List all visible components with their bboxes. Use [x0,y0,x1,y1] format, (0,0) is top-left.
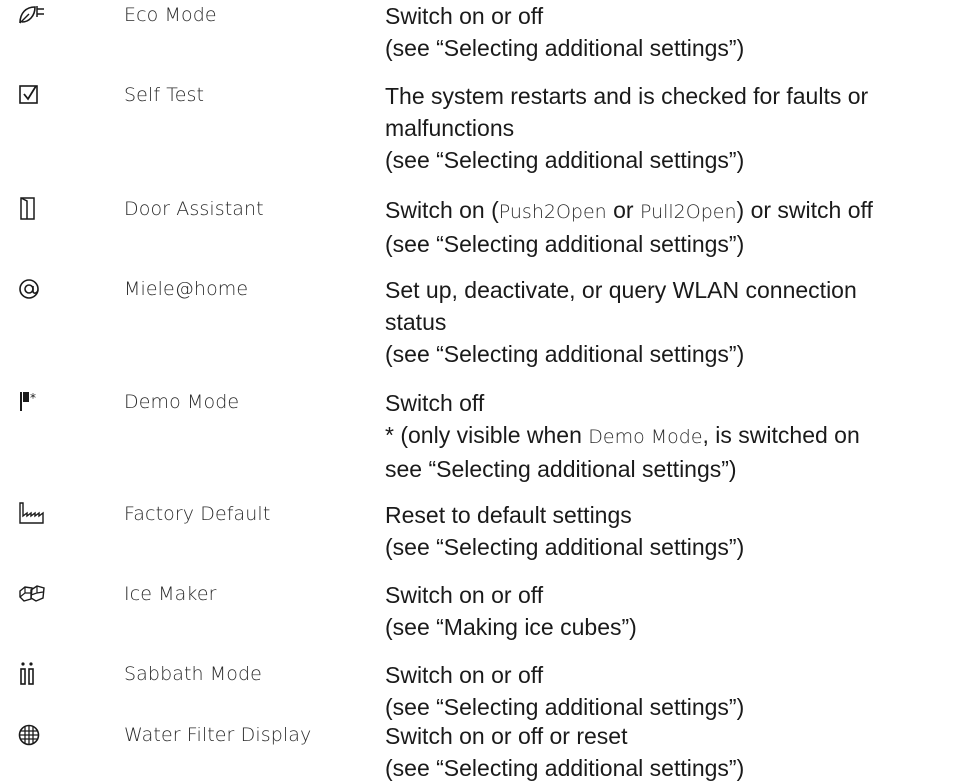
description-line: (see “Selecting additional settings”) [385,341,745,367]
setting-description: The system restarts and is checked for f… [385,80,945,176]
factory-icon [17,501,47,527]
description-line: (see “Selecting additional settings”) [385,35,745,61]
setting-name: Ice Maker [124,583,217,605]
description-line: malfunctions [385,115,515,141]
setting-description: Set up, deactivate, or query WLAN connec… [385,274,945,370]
setting-description: Switch on or off (see “Making ice cubes”… [385,579,945,643]
demo-flag-icon: * [17,389,47,415]
description-line: The system restarts and is checked for f… [385,83,869,109]
demo-mode-label: Demo Mode [588,426,703,448]
description-line: (see “Selecting additional settings”) [385,534,745,560]
setting-name: Self Test [124,84,205,106]
description-line: (see “Selecting additional settings”) [385,694,745,720]
description-line: Switch on (Push2Open or Pull2Open) or sw… [385,194,945,228]
description-text: ) or switch off [736,197,873,223]
description-line: see “Selecting additional settings”) [385,456,737,482]
setting-description: Switch on or off (see “Selecting additio… [385,0,945,64]
at-sign-icon [17,276,47,302]
push2open-label: Push2Open [498,201,607,223]
setting-name: Miele@home [124,278,249,300]
setting-name: Door Assistant [124,198,264,220]
settings-table: Eco Mode Switch on or off (see “Selectin… [0,0,953,784]
setting-name: Eco Mode [124,4,217,26]
setting-description: Switch on or off (see “Selecting additio… [385,659,945,723]
description-line: Switch on or off [385,662,544,688]
description-line: (see “Selecting additional settings”) [385,231,745,257]
checkbox-icon [17,82,47,108]
setting-description: Switch off * (only visible when Demo Mod… [385,387,945,485]
description-text: Switch on ( [385,197,499,223]
description-text: , is switched on [702,422,860,448]
water-filter-icon [17,722,47,748]
svg-text:*: * [30,391,36,405]
setting-name: Factory Default [124,503,271,525]
setting-name: Water Filter Display [124,724,312,746]
description-line: (see “Selecting additional settings”) [385,755,745,781]
description-line: status [385,309,447,335]
description-line: Switch on or off or reset [385,723,628,749]
ice-cubes-icon [17,581,47,607]
description-line: (see “Selecting additional settings”) [385,147,745,173]
description-line: Switch on or off [385,3,544,29]
setting-description: Switch on or off or reset (see “Selectin… [385,720,945,784]
setting-description: Switch on (Push2Open or Pull2Open) or sw… [385,194,945,260]
eco-leaf-plug-icon [17,2,47,28]
description-line: Switch off [385,390,485,416]
description-line: Switch on or off [385,582,544,608]
pull2open-label: Pull2Open [639,201,737,223]
door-icon [17,196,47,222]
description-line: (see “Making ice cubes”) [385,614,637,640]
setting-name: Demo Mode [124,391,240,413]
description-line: * (only visible when Demo Mode, is switc… [385,419,945,453]
description-line: Reset to default settings [385,502,632,528]
description-line: Set up, deactivate, or query WLAN connec… [385,277,857,303]
setting-name: Sabbath Mode [124,663,262,685]
sabbath-candles-icon [17,661,47,687]
setting-description: Reset to default settings (see “Selectin… [385,499,945,563]
description-text: * (only visible when [385,422,589,448]
description-text: or [606,197,640,223]
